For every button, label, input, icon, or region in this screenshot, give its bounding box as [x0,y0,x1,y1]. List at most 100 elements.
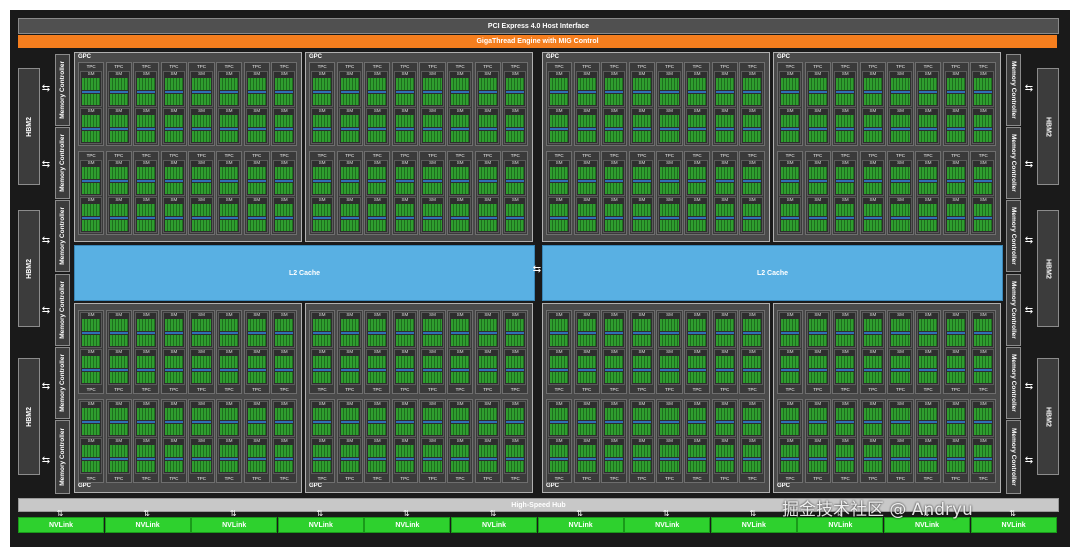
tensor-core-strip [247,421,266,423]
tpc-label: TPC [785,153,795,158]
sm-block: SM [421,401,444,437]
cuda-core-array [688,78,707,90]
hbm2-right-1: HBM2 [1037,68,1059,185]
sm-label: SM [897,71,904,76]
cuda-core-array [395,204,414,216]
cuda-core-array [109,131,128,142]
sm-label: SM [142,349,150,354]
cuda-core-array [340,335,359,346]
tpc-block: TPC SM SM [336,399,363,483]
sm-block: SM [944,349,967,385]
sm-block: SM [548,108,571,144]
cuda-core-array [340,220,359,231]
sm-block: SM [107,108,130,144]
cuda-core-array [808,461,827,472]
cuda-core-array [919,424,938,435]
bidirectional-arrow-icon: ⇆ [1024,83,1034,94]
sm-label: SM [693,71,701,76]
sm-label: SM [786,71,794,76]
tensor-core-strip [946,128,965,130]
tpc-label: TPC [141,153,151,158]
cuda-core-array [743,461,762,472]
tensor-core-strip [863,369,882,371]
sm-block: SM [366,312,389,348]
cuda-core-array [946,220,965,231]
sm-label: SM [115,71,123,76]
sm-label: SM [484,401,492,406]
tensor-core-strip [715,421,734,423]
cuda-core-array [82,372,101,383]
cuda-core-array [478,445,497,457]
sm-block: SM [834,312,857,348]
sm-label: SM [170,160,178,165]
cuda-core-array [808,372,827,383]
sm-block: SM [135,160,158,196]
sm-block: SM [393,71,416,107]
tpc-label: TPC [637,476,647,481]
tensor-core-strip [605,369,624,371]
gpc-block: GPC TPC SM SM TPC SM SM TPC SM SM TPC SM SM TPC SM SM TP… [773,52,1001,242]
cuda-core-array [137,94,156,105]
cuda-core-array [506,335,525,346]
cuda-core-array [836,356,855,368]
l2-cache-right: L2 Cache [542,245,1003,301]
tensor-core-strip [743,332,762,334]
sm-label: SM [401,71,409,76]
sm-block: SM [190,438,213,474]
sm-label: SM [87,401,95,406]
cuda-core-array [577,78,596,90]
tensor-core-strip [632,332,651,334]
cuda-core-array [220,461,239,472]
tensor-core-strip [605,91,624,93]
cuda-core-array [808,220,827,231]
bidirectional-arrow-icon: ⇆ [1024,159,1034,170]
sm-block: SM [972,197,995,233]
sm-block: SM [80,160,103,196]
sm-label: SM [786,160,794,165]
cuda-core-array [688,335,707,346]
gpc-label: GPC [309,483,323,489]
tensor-core-strip [313,369,332,371]
cuda-core-array [192,319,211,331]
cuda-core-array [247,115,266,127]
sm-label: SM [583,401,591,406]
cuda-core-array [781,408,800,420]
tensor-core-strip [632,421,651,423]
sm-block: SM [575,312,598,348]
tpc-label: TPC [895,476,905,481]
cuda-core-array [743,335,762,346]
cuda-core-array [836,220,855,231]
cuda-core-array [395,408,414,420]
cuda-core-array [550,131,569,142]
sm-label: SM [318,312,326,317]
cuda-core-array [836,115,855,127]
sm-block: SM [421,108,444,144]
cuda-core-array [313,167,332,179]
tpc-label: TPC [747,476,757,481]
cuda-core-array [891,372,910,383]
sm-label: SM [346,197,354,202]
tpc-label: TPC [978,476,988,481]
cuda-core-array [423,183,442,194]
sm-label: SM [115,401,123,406]
cuda-core-array [974,424,993,435]
tensor-core-strip [368,369,387,371]
sm-block: SM [449,71,472,107]
cuda-core-array [605,167,624,179]
tpc-label: TPC [510,153,520,158]
cuda-core-array [137,408,156,420]
tensor-core-strip [577,458,596,460]
tpc-label: TPC [427,387,437,392]
cuda-core-array [247,131,266,142]
cuda-core-array [275,167,294,179]
sm-label: SM [748,349,756,354]
tpc-block: TPC SM SM [546,62,573,146]
cuda-core-array [451,335,470,346]
tensor-core-strip [577,421,596,423]
sm-block: SM [135,349,158,385]
cuda-core-array [688,424,707,435]
cuda-core-array [192,424,211,435]
cuda-core-array [247,424,266,435]
tensor-core-strip [891,180,910,182]
tpc-block: TPC SM SM [739,62,766,146]
